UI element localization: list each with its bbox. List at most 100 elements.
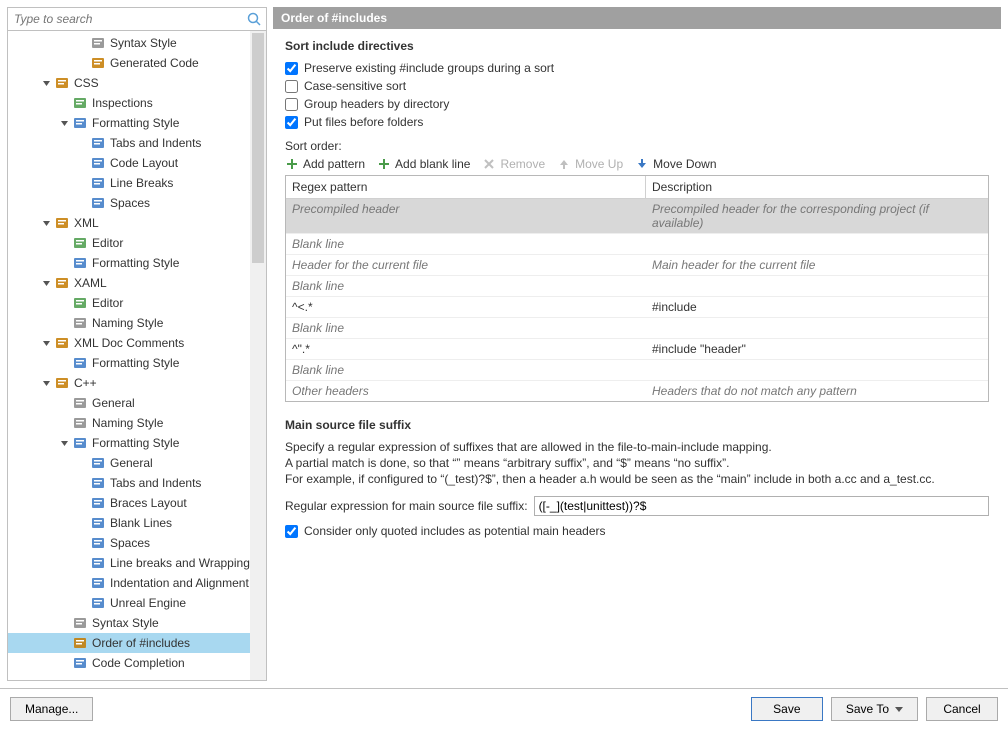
search-icon[interactable]: [246, 11, 262, 27]
cell-pattern: ^".*: [286, 339, 646, 359]
cell-desc: #include "header": [646, 339, 988, 359]
tree-item-unreal-engine[interactable]: Unreal Engine: [8, 593, 266, 613]
expander-icon[interactable]: [40, 337, 52, 349]
tree-item-editor[interactable]: Editor: [8, 293, 266, 313]
expander-icon[interactable]: [40, 277, 52, 289]
col-desc[interactable]: Description: [646, 176, 988, 198]
cancel-button[interactable]: Cancel: [926, 697, 998, 721]
tree-item-naming-style[interactable]: Naming Style: [8, 313, 266, 333]
save-button[interactable]: Save: [751, 697, 823, 721]
tree-item-xml[interactable]: XML: [8, 213, 266, 233]
tree-item-xml-doc-comments[interactable]: XML Doc Comments: [8, 333, 266, 353]
tree-item-syntax-style[interactable]: Syntax Style: [8, 33, 266, 53]
regex-input[interactable]: [534, 496, 989, 516]
expander-icon[interactable]: [40, 77, 52, 89]
tree-item-general[interactable]: General: [8, 393, 266, 413]
tree-item-code-completion[interactable]: Code Completion: [8, 653, 266, 673]
xml-icon: [54, 275, 70, 291]
manage-button[interactable]: Manage...: [10, 697, 93, 721]
tree-item-blank-lines[interactable]: Blank Lines: [8, 513, 266, 533]
expander-icon[interactable]: [58, 437, 70, 449]
tree-scrollbar[interactable]: [250, 31, 266, 680]
cell-desc: [646, 360, 988, 380]
check-1[interactable]: [285, 80, 298, 93]
tree-label: Code Completion: [92, 656, 185, 670]
tree-item-code-layout[interactable]: Code Layout: [8, 153, 266, 173]
layout-icon: [90, 155, 106, 171]
grid-row[interactable]: Precompiled headerPrecompiled header for…: [286, 199, 988, 234]
cell-pattern: Header for the current file: [286, 255, 646, 275]
check-2[interactable]: [285, 98, 298, 111]
settings-tree[interactable]: Syntax Style Generated CodeCSSInspections…: [8, 31, 266, 680]
regex-label: Regular expression for main source file …: [285, 499, 528, 513]
code-icon: [90, 55, 106, 71]
move-down-button[interactable]: Move Down: [635, 157, 716, 171]
check-0[interactable]: [285, 62, 298, 75]
tree-item-formatting-style[interactable]: Formatting Style: [8, 433, 266, 453]
pattern-grid[interactable]: Regex pattern Description Precompiled he…: [285, 175, 989, 402]
expander-icon: [58, 357, 70, 369]
aa-icon: [72, 615, 88, 631]
tree-item-tabs-and-indents[interactable]: Tabs and Indents: [8, 473, 266, 493]
grid-row[interactable]: Blank line: [286, 360, 988, 381]
grid-header: Regex pattern Description: [286, 176, 988, 199]
save-to-button[interactable]: Save To: [831, 697, 918, 721]
check-3[interactable]: [285, 116, 298, 129]
grid-row[interactable]: ^<.*#include: [286, 297, 988, 318]
expander-icon: [58, 97, 70, 109]
tree-item-css[interactable]: CSS: [8, 73, 266, 93]
search-input[interactable]: [8, 8, 266, 30]
aa-icon: [72, 415, 88, 431]
grid-row[interactable]: Other headersHeaders that do not match a…: [286, 381, 988, 401]
tree-item-general[interactable]: General: [8, 453, 266, 473]
tree-item-spaces[interactable]: Spaces: [8, 193, 266, 213]
grid-row[interactable]: Header for the current fileMain header f…: [286, 255, 988, 276]
spaces-icon: [90, 195, 106, 211]
sort-toolbar: Add pattern Add blank line Remove Move U…: [285, 157, 989, 171]
tree-scroll-thumb[interactable]: [252, 33, 264, 263]
tree-item-generated-code[interactable]: Generated Code: [8, 53, 266, 73]
tree-label: Order of #includes: [92, 636, 190, 650]
tree-item-formatting-style[interactable]: Formatting Style: [8, 253, 266, 273]
tree-item-spaces[interactable]: Spaces: [8, 533, 266, 553]
tree-item-inspections[interactable]: Inspections: [8, 93, 266, 113]
sort-order-label: Sort order:: [285, 139, 989, 153]
tree-label: XML Doc Comments: [74, 336, 184, 350]
tree-item-line-breaks-and-wrapping[interactable]: Line breaks and Wrapping: [8, 553, 266, 573]
add-blank-button[interactable]: Add blank line: [377, 157, 470, 171]
tabs-icon: [90, 475, 106, 491]
tree-item-c-[interactable]: C++: [8, 373, 266, 393]
tree-item-syntax-style[interactable]: Syntax Style: [8, 613, 266, 633]
expander-icon: [58, 417, 70, 429]
suffix-p2: A partial match is done, so that “” mean…: [285, 456, 989, 470]
cell-desc: [646, 318, 988, 338]
expander-icon[interactable]: [40, 377, 52, 389]
expander-icon[interactable]: [58, 117, 70, 129]
suffix-p3: For example, if configured to “(_test)?$…: [285, 472, 989, 486]
tree-item-braces-layout[interactable]: Braces Layout: [8, 493, 266, 513]
tree-label: Syntax Style: [110, 36, 177, 50]
col-regex[interactable]: Regex pattern: [286, 176, 646, 198]
tree-item-formatting-style[interactable]: Formatting Style: [8, 353, 266, 373]
tree-label: Formatting Style: [92, 436, 179, 450]
expander-icon[interactable]: [40, 217, 52, 229]
expander-icon: [58, 637, 70, 649]
tree-item-xaml[interactable]: XAML: [8, 273, 266, 293]
tree-label: Editor: [92, 296, 123, 310]
tree-item-formatting-style[interactable]: Formatting Style: [8, 113, 266, 133]
add-pattern-button[interactable]: Add pattern: [285, 157, 365, 171]
tree-item-naming-style[interactable]: Naming Style: [8, 413, 266, 433]
tree-label: General: [92, 396, 135, 410]
tree-item-editor[interactable]: Editor: [8, 233, 266, 253]
tree-item-line-breaks[interactable]: Line Breaks: [8, 173, 266, 193]
editor-icon: [72, 235, 88, 251]
tree-item-order-of-includes[interactable]: Order of #includes: [8, 633, 266, 653]
grid-row[interactable]: Blank line: [286, 234, 988, 255]
grid-row[interactable]: ^".*#include "header": [286, 339, 988, 360]
grid-row[interactable]: Blank line: [286, 318, 988, 339]
tree-item-indentation-and-alignment[interactable]: Indentation and Alignment: [8, 573, 266, 593]
quoted-check[interactable]: [285, 525, 298, 538]
grid-row[interactable]: Blank line: [286, 276, 988, 297]
tree-item-tabs-and-indents[interactable]: Tabs and Indents: [8, 133, 266, 153]
expander-icon: [58, 257, 70, 269]
